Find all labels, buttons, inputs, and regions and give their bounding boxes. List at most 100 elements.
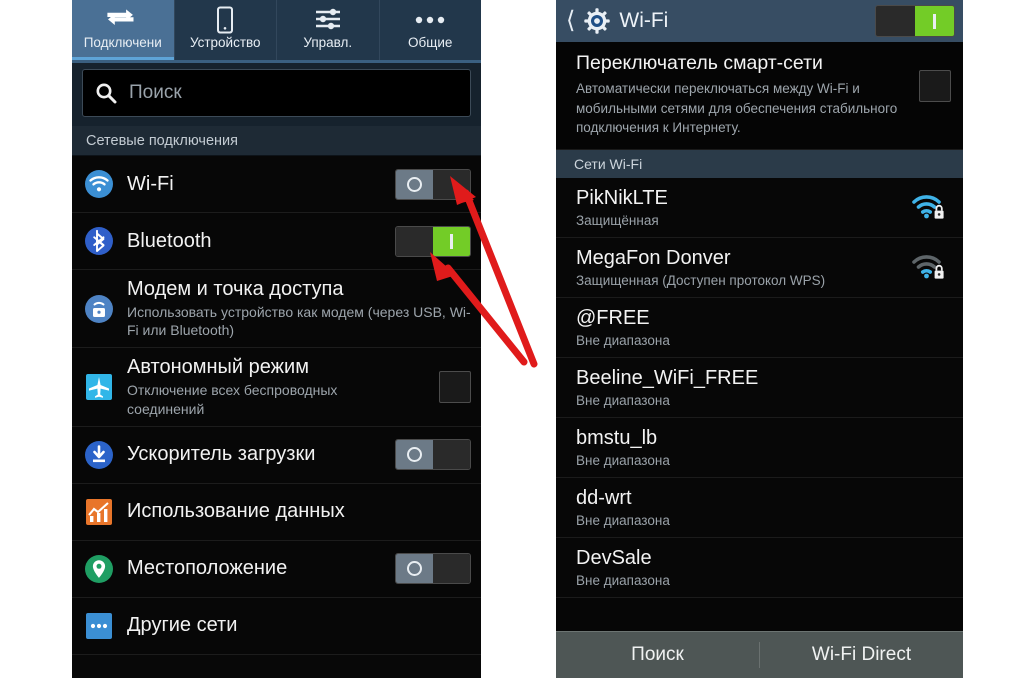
list-item-location-title: Местоположение <box>127 557 288 580</box>
list-item-data-usage-title: Использование данных <box>127 500 345 523</box>
smart-network-switch-texts: Переключатель смарт-сети Автоматически п… <box>576 52 901 137</box>
wifi-network-state: Вне диапазона <box>576 512 670 528</box>
settings-phone-panel: Подключени Устройство Управл. Общие Поис… <box>72 0 481 678</box>
list-item-other-networks-title: Другие сети <box>127 614 238 637</box>
wifi-network-state: Вне диапазона <box>576 392 670 408</box>
wifi-network-state: Вне диапазона <box>576 452 670 468</box>
section-wifi-networks-label: Сети Wi-Fi <box>574 155 643 172</box>
data-usage-icon <box>84 497 114 527</box>
list-item-download-booster[interactable]: Ускоритель загрузки <box>72 426 481 484</box>
connections-arrows-icon <box>106 6 140 34</box>
toggle-off-circle-icon <box>407 447 422 463</box>
tab-device[interactable]: Устройство <box>174 0 277 60</box>
wifi-network-name: MegaFon Donver <box>576 246 731 269</box>
list-item-location-texts: Местоположение <box>127 549 376 588</box>
wifi-network-row[interactable]: PikNikLTE Защищённая <box>556 177 963 238</box>
download-booster-icon <box>84 440 114 470</box>
wifi-header-title: Wi-Fi <box>619 9 669 32</box>
wifi-signal-secured-icon <box>911 252 949 282</box>
list-item-airplane-mode[interactable]: Автономный режим Отключение всех беспров… <box>72 348 481 427</box>
wifi-signal-none <box>911 552 949 582</box>
more-dots-icon <box>413 6 447 34</box>
wifi-icon <box>84 169 114 199</box>
list-item-airplane-mode-texts: Автономный режим Отключение всех беспров… <box>127 348 418 425</box>
section-wifi-networks: Сети Wi-Fi <box>556 149 963 178</box>
wifi-bottom-bar: Поиск Wi-Fi Direct <box>556 631 963 678</box>
wifi-network-texts: MegaFon Donver Защищенная (Доступен прот… <box>576 247 903 288</box>
list-item-tethering-title: Модем и точка доступа <box>127 278 344 300</box>
list-item-data-usage[interactable]: Использование данных <box>72 483 481 541</box>
toggle-off-circle-icon <box>407 561 422 577</box>
wifi-network-state: Вне диапазона <box>576 572 670 588</box>
wifi-signal-secured-icon <box>911 192 949 222</box>
wifi-master-toggle[interactable] <box>875 5 955 37</box>
wifi-network-texts: PikNikLTE Защищённая <box>576 187 903 228</box>
back-chevron-icon[interactable]: ⟨ <box>566 9 575 33</box>
wifi-network-row[interactable]: dd-wrt Вне диапазона <box>556 477 963 538</box>
smart-network-switch-row[interactable]: Переключатель смарт-сети Автоматически п… <box>556 42 963 150</box>
list-item-airplane-mode-subtitle: Отключение всех беспроводных соединений <box>127 382 338 417</box>
list-item-wifi[interactable]: Wi-Fi <box>72 156 481 213</box>
toggle-right-half <box>915 6 954 36</box>
wifi-signal-none <box>911 312 949 342</box>
wifi-network-row[interactable]: MegaFon Donver Защищенная (Доступен прот… <box>556 237 963 298</box>
sliders-icon <box>314 6 342 34</box>
list-item-data-usage-texts: Использование данных <box>127 492 471 531</box>
smart-network-switch-checkbox[interactable] <box>919 70 951 102</box>
smart-network-switch-title: Переключатель смарт-сети <box>576 52 823 74</box>
section-network-connections: Сетевые подключения <box>72 126 481 156</box>
toggle-left-half <box>396 169 433 199</box>
search-area: Поиск <box>72 60 481 126</box>
smart-network-switch-subtitle: Автоматически переключаться между Wi-Fi … <box>576 81 898 135</box>
wifi-network-row[interactable]: bmstu_lb Вне диапазона <box>556 417 963 478</box>
list-item-tethering-subtitle: Использовать устройство как модем (через… <box>127 304 471 339</box>
toggle-right-half <box>433 226 470 256</box>
scan-button[interactable]: Поиск <box>556 644 759 666</box>
location-toggle[interactable] <box>395 553 471 585</box>
tab-connections[interactable]: Подключени <box>72 0 175 60</box>
bluetooth-icon <box>84 226 114 256</box>
wifi-network-row[interactable]: Beeline_WiFi_FREE Вне диапазона <box>556 357 963 418</box>
tab-connections-label: Подключени <box>83 35 162 50</box>
wifi-phone-panel: ⟨ Wi-Fi Переключатель смарт-сети Автомат… <box>556 0 963 678</box>
wifi-header-bar: ⟨ Wi-Fi <box>556 0 963 42</box>
wifi-network-name: bmstu_lb <box>576 426 658 449</box>
list-item-other-networks[interactable]: Другие сети <box>72 597 481 655</box>
toggle-right-half <box>433 554 470 584</box>
list-item-bluetooth[interactable]: Bluetooth <box>72 213 481 270</box>
wifi-network-name: PikNikLTE <box>576 186 668 209</box>
list-item-bluetooth-title: Bluetooth <box>127 229 212 252</box>
wifi-network-texts: @FREE Вне диапазона <box>576 307 903 348</box>
list-item-location[interactable]: Местоположение <box>72 540 481 598</box>
wifi-network-name: @FREE <box>576 306 650 329</box>
toggle-left-half <box>396 554 433 584</box>
list-item-tethering-texts: Модем и точка доступа Использовать устро… <box>127 270 471 347</box>
tab-device-label: Устройство <box>189 35 261 50</box>
toggle-left-half <box>396 226 433 256</box>
wifi-network-row[interactable]: DevSale Вне диапазона <box>556 537 963 598</box>
download-booster-toggle[interactable] <box>395 439 471 471</box>
gear-icon[interactable] <box>584 8 611 34</box>
wifi-network-row[interactable]: @FREE Вне диапазона <box>556 297 963 358</box>
tab-general[interactable]: Общие <box>379 0 481 60</box>
list-item-tethering[interactable]: Модем и точка доступа Использовать устро… <box>72 270 481 349</box>
list-item-other-networks-texts: Другие сети <box>127 606 471 645</box>
wifi-toggle[interactable] <box>395 168 471 200</box>
search-input[interactable]: Поиск <box>82 69 471 117</box>
tab-controls[interactable]: Управл. <box>277 0 380 60</box>
toggle-right-half <box>433 169 470 199</box>
wifi-direct-button[interactable]: Wi-Fi Direct <box>760 644 963 666</box>
list-item-bluetooth-texts: Bluetooth <box>127 222 376 261</box>
toggle-right-half <box>433 440 470 470</box>
tab-controls-label: Управл. <box>303 35 353 50</box>
toggle-left-half <box>396 440 433 470</box>
wifi-signal-none <box>911 372 949 402</box>
airplane-mode-checkbox[interactable] <box>439 371 471 404</box>
toggle-on-bar-icon <box>933 13 936 29</box>
wifi-network-texts: DevSale Вне диапазона <box>576 547 903 588</box>
wifi-network-name: dd-wrt <box>576 486 632 509</box>
airplane-icon <box>84 372 114 402</box>
list-item-wifi-texts: Wi-Fi <box>127 165 376 204</box>
list-item-wifi-title: Wi-Fi <box>127 172 174 195</box>
bluetooth-toggle[interactable] <box>395 225 471 257</box>
